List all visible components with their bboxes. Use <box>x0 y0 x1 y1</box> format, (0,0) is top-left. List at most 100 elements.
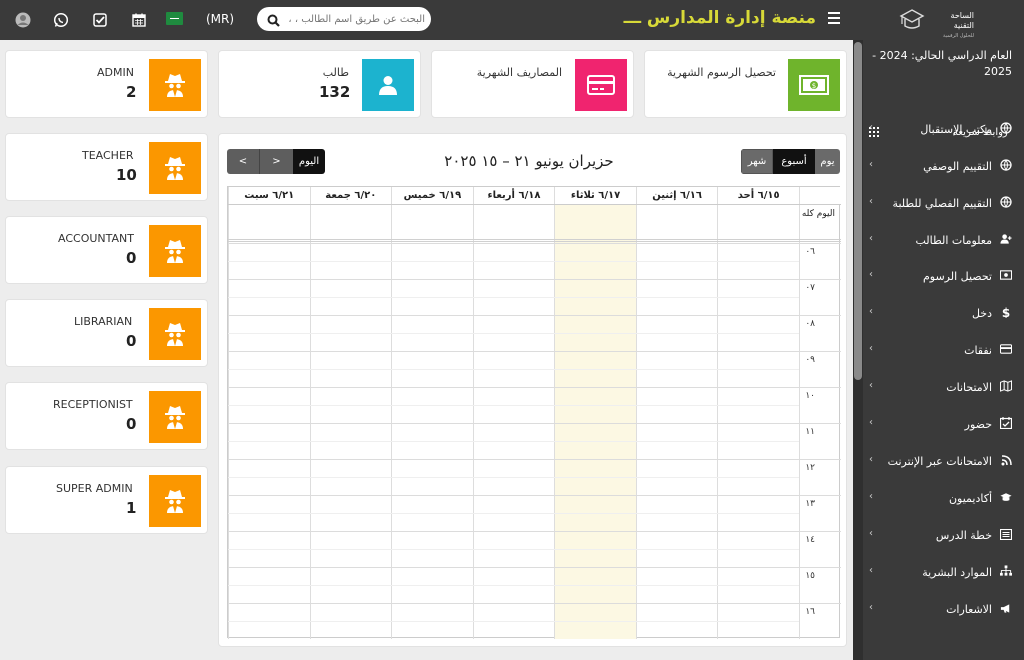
grid-hline <box>228 239 841 240</box>
chevron-left-icon[interactable]: ‹ <box>869 417 873 428</box>
month-view-button[interactable]: شهر <box>741 149 773 174</box>
day-header[interactable]: ٦/١٩ خميس <box>391 187 473 204</box>
super-admin-card[interactable]: SUPER ADMIN 1 <box>5 466 208 534</box>
sidebar-item[interactable]: ‹ تحصيل الرسوم <box>863 261 1024 291</box>
card-count: 1 <box>126 499 137 517</box>
chevron-left-icon[interactable]: ‹ <box>869 528 873 539</box>
hour-label: ١٤ <box>805 535 815 545</box>
sidebar-item[interactable]: ‹ حضور <box>863 409 1024 439</box>
grid-hline <box>228 495 841 496</box>
logo-text: الساحة التقنية للحلول الرقمية <box>930 11 974 41</box>
profile-icon[interactable] <box>12 9 34 31</box>
grid-hline <box>228 333 799 334</box>
sidebar-item[interactable]: ‹ التقييم الوصفي <box>863 151 1024 181</box>
day-header[interactable]: ٦/٢٠ جمعة <box>309 187 392 204</box>
axis-header <box>799 187 841 204</box>
chevron-left-icon[interactable]: ‹ <box>869 122 873 133</box>
spy-user-icon <box>165 157 185 180</box>
chevron-left-icon[interactable]: ‹ <box>869 602 873 613</box>
grid-hline <box>228 351 841 352</box>
calendar-week-grid[interactable]: اليوم كله ٦/١٥ أحد ٦/١٦ إثنين ٦/١٧ ثلاثاء ٦… <box>227 186 841 639</box>
student-card[interactable]: طالب 132 <box>218 50 421 118</box>
hour-label: ١٢ <box>805 463 815 473</box>
next-button[interactable]: > <box>260 149 293 174</box>
sidebar-item-label: التقييم الفصلي للطلبة <box>892 197 992 210</box>
sidebar-item[interactable]: ‹ الاشعارات <box>863 594 1024 624</box>
sidebar-item[interactable]: ‹ دخل $ <box>863 298 1024 328</box>
card-title: طالب <box>322 66 349 79</box>
grid-hline <box>228 603 841 604</box>
sidebar-item-label: حضور <box>964 418 992 431</box>
map-icon <box>1000 380 1012 392</box>
day-header[interactable]: ٦/١٧ ثلاثاء <box>554 187 636 204</box>
sidebar-scrollbar[interactable] <box>853 40 863 660</box>
today-button[interactable]: اليوم <box>293 149 325 174</box>
day-header[interactable]: ٦/١٥ أحد <box>717 187 799 204</box>
sidebar-item-label: دخل <box>971 307 992 320</box>
chevron-left-icon[interactable]: ‹ <box>869 306 873 317</box>
day-header[interactable]: ٦/١٦ إثنين <box>635 187 718 204</box>
sidebar-item[interactable]: ‹ خطة الدرس <box>863 520 1024 550</box>
chevron-left-icon[interactable]: ‹ <box>869 454 873 465</box>
whatsapp-icon[interactable] <box>50 9 72 31</box>
svg-text:$: $ <box>812 82 816 90</box>
admin-icon-box <box>149 59 201 111</box>
week-view-button[interactable]: أسبوع <box>773 149 815 174</box>
sidebar-item[interactable]: ‹ الموارد البشرية <box>863 557 1024 587</box>
card-title: RECEPTIONIST <box>53 398 133 411</box>
app-title: منصة إدارة المدارس ـــ <box>623 8 816 28</box>
chevron-left-icon[interactable]: ‹ <box>869 159 873 170</box>
sidebar-item[interactable]: ‹ الامتحانات <box>863 372 1024 402</box>
day-view-button[interactable]: يوم <box>815 149 840 174</box>
menu-toggle-icon[interactable] <box>828 12 840 26</box>
chevron-left-icon[interactable]: ‹ <box>869 233 873 244</box>
search-input[interactable] <box>285 10 425 28</box>
credit-card-icon <box>587 75 615 95</box>
chevron-left-icon[interactable]: ‹ <box>869 491 873 502</box>
chevron-left-icon[interactable]: ‹ <box>869 196 873 207</box>
credit-card-icon <box>1000 343 1012 355</box>
hour-label: ٠٦ <box>805 247 815 257</box>
sidebar-scroll-thumb[interactable] <box>854 42 862 380</box>
sidebar-item[interactable]: ‹ الامتحانات عبر الإنترنت <box>863 446 1024 476</box>
card-count: 0 <box>126 415 137 433</box>
monthly-fees-card[interactable]: $ تحصيل الرسوم الشهرية <box>644 50 847 118</box>
sidebar-item[interactable]: ‹ معلومات الطالب <box>863 225 1024 255</box>
chevron-left-icon[interactable]: ‹ <box>869 380 873 391</box>
sidebar-item[interactable]: ‹ مكتب الإستقبال <box>863 114 1024 144</box>
sidebar-item-label: مكتب الإستقبال <box>920 123 992 136</box>
tasks-check-icon[interactable] <box>89 9 111 31</box>
librarian-card[interactable]: LIBRARIAN 0 <box>5 299 208 367</box>
chevron-left-icon[interactable]: ‹ <box>869 269 873 280</box>
chevron-left-icon[interactable]: ‹ <box>869 343 873 354</box>
school-logo-icon <box>899 8 925 32</box>
admin-card[interactable]: ADMIN 2 <box>5 50 208 118</box>
saudi-flag-icon[interactable] <box>166 12 183 25</box>
sidebar-item[interactable]: ‹ نفقات <box>863 335 1024 365</box>
grid-hline <box>228 279 841 280</box>
accountant-card[interactable]: ACCOUNTANT 0 <box>5 216 208 284</box>
prev-button[interactable]: < <box>227 149 260 174</box>
chevron-left-icon[interactable]: ‹ <box>869 565 873 576</box>
monthly-expenses-card[interactable]: المصاريف الشهرية <box>431 50 634 118</box>
receptionist-card[interactable]: RECEPTIONIST 0 <box>5 382 208 450</box>
search-icon[interactable] <box>267 12 280 31</box>
search-box[interactable] <box>257 7 431 31</box>
sidebar-item-label: معلومات الطالب <box>915 234 992 247</box>
grid-hline <box>228 405 799 406</box>
grid-hline <box>228 567 841 568</box>
sidebar-item[interactable]: ‹ أكاديميون <box>863 483 1024 513</box>
sidebar-item[interactable]: ‹ التقييم الفصلي للطلبة <box>863 188 1024 218</box>
card-title: ACCOUNTANT <box>58 232 134 245</box>
calendar-icon[interactable] <box>128 9 150 31</box>
student-icon-box <box>362 59 414 111</box>
day-header[interactable]: ٦/١٨ أربعاء <box>472 187 555 204</box>
grid-hline <box>228 585 799 586</box>
language-label[interactable]: (MR) <box>206 12 234 26</box>
teacher-card[interactable]: TEACHER 10 <box>5 133 208 201</box>
day-header[interactable]: ٦/٢١ سبت <box>228 187 310 204</box>
grid-vline <box>309 187 311 639</box>
super-admin-icon-box <box>149 475 201 527</box>
user-icon <box>379 76 397 95</box>
sidebar-item-label: تحصيل الرسوم <box>922 270 992 283</box>
